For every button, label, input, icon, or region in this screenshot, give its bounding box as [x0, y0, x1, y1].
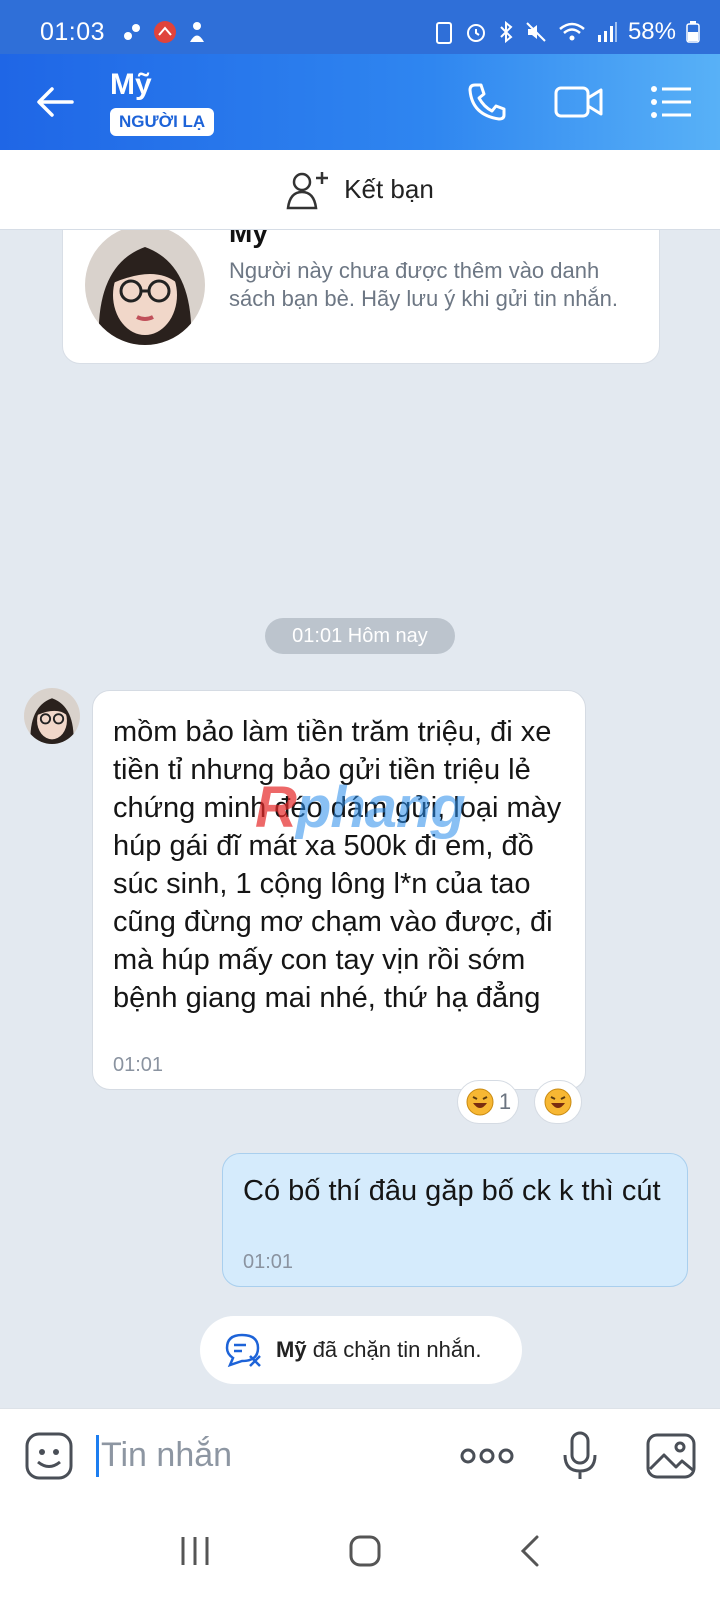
notification-icon: [124, 24, 141, 40]
message-bubble-outgoing[interactable]: Có bố thí đâu găp bố ck k thì cút 01:01: [222, 1153, 688, 1287]
add-reaction-button[interactable]: [534, 1080, 582, 1124]
blocked-text: đã chặn tin nhắn.: [312, 1337, 482, 1362]
mute-icon: [526, 22, 546, 42]
app-notification-icon: [154, 21, 177, 43]
battery-percent: 58%: [627, 18, 676, 45]
menu-list-icon[interactable]: [650, 85, 692, 119]
system-nav-bar: [0, 1502, 720, 1600]
message-time: 01:01: [243, 1251, 294, 1273]
sender-avatar[interactable]: [24, 688, 80, 744]
message-blocked-icon: [225, 1333, 261, 1368]
recent-apps-icon[interactable]: [178, 1534, 212, 1568]
blocked-user-name: Mỹ: [276, 1337, 307, 1362]
person-icon: [190, 22, 205, 42]
date-separator: 01:01 Hôm nay: [265, 618, 455, 654]
message-text: Có bố thí đâu găp bố ck k thì cút: [243, 1175, 661, 1207]
phone-icon[interactable]: [466, 81, 508, 123]
signal-icon: [597, 22, 617, 42]
laughing-emoji-icon: [466, 1088, 494, 1116]
home-icon[interactable]: [348, 1534, 382, 1568]
wifi-icon: [559, 22, 585, 41]
arrow-left-icon: [37, 87, 74, 117]
microphone-icon[interactable]: [562, 1431, 598, 1481]
alarm-icon: [466, 24, 485, 42]
add-friend-bar[interactable]: Kết bạn: [0, 150, 720, 230]
add-friend-icon: [286, 171, 329, 209]
add-friend-label: Kết bạn: [344, 174, 434, 204]
battery-icon: [686, 21, 700, 43]
laughing-emoji-icon: [544, 1088, 572, 1116]
message-text: mồm bảo làm tiền trăm triệu, đi xe tiền …: [113, 716, 562, 1014]
message-input-placeholder: Tin nhắn: [101, 1436, 233, 1474]
recycle-icon: [435, 22, 452, 44]
status-time: 01:03: [40, 17, 106, 46]
bluetooth-icon: [500, 20, 513, 44]
contact-name[interactable]: Mỹ: [110, 68, 214, 102]
stranger-card-description: Người này chưa được thêm vào danh sách b…: [229, 258, 619, 311]
nav-back-icon[interactable]: [518, 1534, 542, 1568]
blocked-notice: Mỹ đã chặn tin nhắn.: [200, 1316, 522, 1384]
message-composer: Tin nhắn: [0, 1408, 720, 1502]
chat-header: Mỹ NGƯỜI LẠ: [0, 54, 720, 150]
avatar[interactable]: [85, 225, 205, 345]
message-bubble-incoming[interactable]: mồm bảo làm tiền trăm triệu, đi xe tiền …: [92, 690, 586, 1090]
video-call-icon[interactable]: [554, 84, 604, 120]
stranger-badge: NGƯỜI LẠ: [110, 108, 215, 136]
message-time: 01:01: [113, 1054, 164, 1076]
message-input[interactable]: Tin nhắn: [96, 1434, 460, 1477]
image-picker-icon[interactable]: [646, 1433, 696, 1479]
reaction-count: 1: [498, 1089, 512, 1114]
sticker-icon[interactable]: [24, 1431, 74, 1481]
more-options-icon[interactable]: [460, 1446, 514, 1466]
back-button[interactable]: [0, 54, 110, 150]
text-caret: [96, 1434, 99, 1477]
reaction-summary[interactable]: 1: [457, 1080, 519, 1124]
